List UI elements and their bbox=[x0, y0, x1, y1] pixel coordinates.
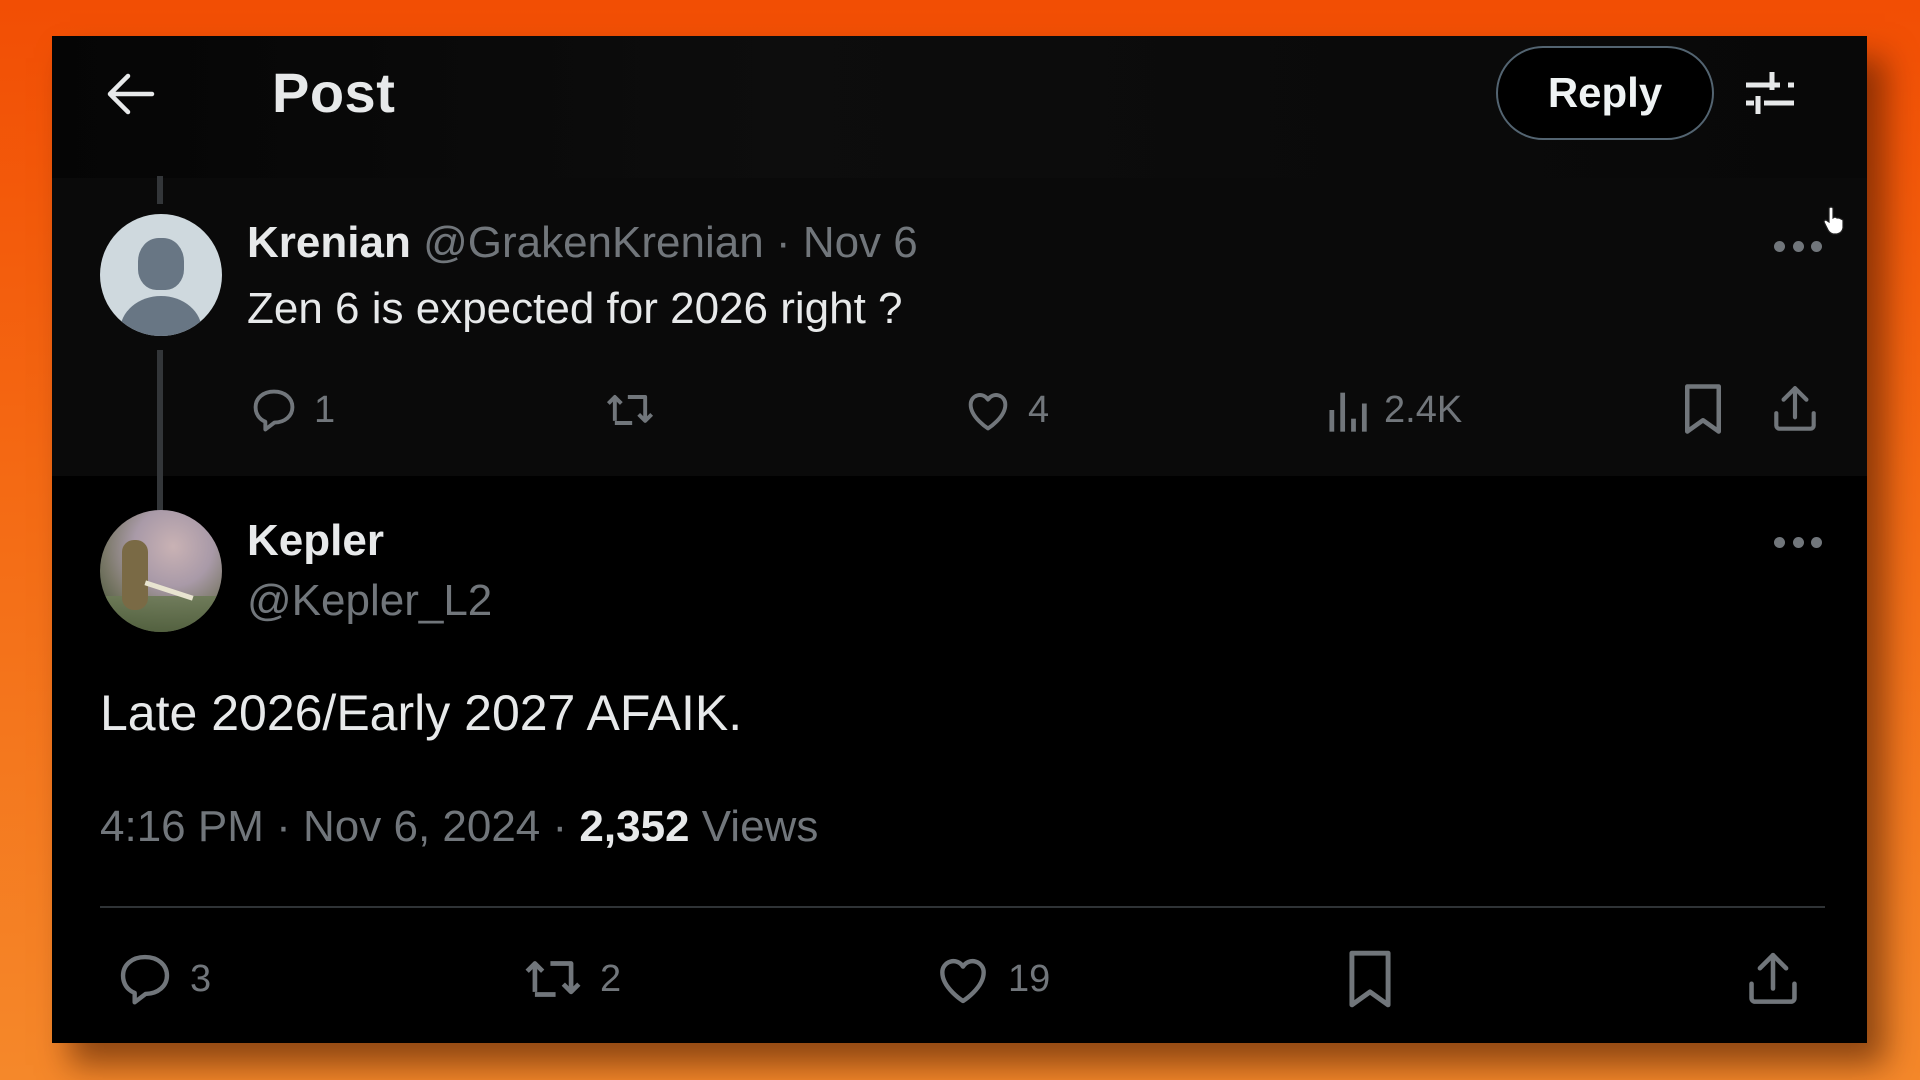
views-count: 2,352 bbox=[579, 802, 690, 851]
avatar-art bbox=[100, 596, 222, 632]
reply-action[interactable]: 1 bbox=[248, 384, 335, 436]
dot bbox=[1774, 536, 1785, 548]
dot bbox=[1792, 240, 1804, 252]
bookmark-action[interactable] bbox=[1680, 382, 1726, 436]
analytics-icon bbox=[1329, 392, 1367, 432]
dot bbox=[1774, 240, 1785, 252]
like-action[interactable]: 19 bbox=[932, 948, 1050, 1010]
post-text: Late 2026/Early 2027 AFAIK. bbox=[100, 685, 743, 741]
dot bbox=[1811, 536, 1822, 548]
author-name[interactable]: Kepler bbox=[247, 516, 384, 566]
views-label: Views bbox=[701, 802, 819, 851]
dot bbox=[1811, 240, 1822, 252]
thread-line bbox=[157, 176, 163, 204]
repost-icon bbox=[525, 961, 581, 997]
page-title: Post bbox=[272, 61, 396, 124]
post-time[interactable]: 4:16 PM bbox=[100, 802, 264, 851]
like-action[interactable]: 4 bbox=[962, 384, 1049, 436]
share-action[interactable] bbox=[1770, 382, 1820, 436]
view-count: 2.4K bbox=[1384, 388, 1463, 431]
avatar-art bbox=[122, 540, 148, 610]
bookmark-icon bbox=[1685, 384, 1721, 434]
repost-count: 2 bbox=[600, 957, 622, 1000]
top-bar: Post Reply bbox=[52, 36, 1867, 178]
heart-icon bbox=[968, 393, 1008, 431]
more-options-button[interactable] bbox=[1774, 236, 1822, 256]
parent-post-header: Krenian @GrakenKrenian · Nov 6 bbox=[247, 218, 918, 268]
repost-action[interactable] bbox=[602, 384, 672, 436]
share-icon bbox=[1774, 386, 1816, 431]
reply-action[interactable]: 3 bbox=[114, 948, 211, 1010]
arrow-left-icon bbox=[107, 73, 155, 115]
back-button[interactable] bbox=[104, 72, 156, 116]
repost-icon bbox=[606, 395, 654, 425]
like-count: 19 bbox=[1008, 957, 1051, 1000]
comment-icon bbox=[120, 954, 170, 1005]
reply-button[interactable]: Reply bbox=[1496, 46, 1714, 140]
repost-action[interactable]: 2 bbox=[520, 948, 621, 1010]
hand-cursor-icon bbox=[1823, 206, 1844, 235]
sliders-icon bbox=[1746, 72, 1794, 114]
comment-icon bbox=[253, 389, 295, 432]
share-icon bbox=[1749, 952, 1797, 1004]
separator: · bbox=[775, 218, 791, 267]
views-action[interactable]: 2.4K bbox=[1324, 384, 1462, 436]
post-date[interactable]: Nov 6, 2024 bbox=[303, 802, 540, 851]
separator: · bbox=[276, 802, 291, 851]
bookmark-icon bbox=[1349, 950, 1391, 1008]
author-handle[interactable]: @GrakenKrenian bbox=[423, 218, 764, 267]
reply-count: 1 bbox=[314, 388, 336, 431]
post-panel: Post Reply Krenian @GrakenKrenian · Nov … bbox=[52, 36, 1867, 1043]
default-avatar-head bbox=[138, 238, 184, 290]
parent-post-text: Zen 6 is expected for 2026 right ? bbox=[247, 284, 903, 333]
like-count: 4 bbox=[1028, 388, 1050, 431]
avatar-krenian[interactable] bbox=[100, 214, 222, 336]
author-name[interactable]: Krenian bbox=[247, 218, 411, 267]
heart-icon bbox=[940, 958, 986, 1004]
separator: · bbox=[552, 802, 568, 851]
filter-settings-button[interactable] bbox=[1742, 68, 1798, 118]
dot bbox=[1792, 536, 1804, 548]
thread-line bbox=[157, 350, 163, 536]
default-avatar-body bbox=[120, 296, 202, 336]
reply-count: 3 bbox=[190, 957, 212, 1000]
more-options-button[interactable] bbox=[1774, 532, 1822, 552]
post-meta: 4:16 PM · Nov 6, 2024 · 2,352 Views bbox=[100, 802, 818, 852]
post-date[interactable]: Nov 6 bbox=[803, 218, 918, 267]
avatar-kepler[interactable] bbox=[100, 510, 222, 632]
divider bbox=[100, 906, 1825, 908]
share-action[interactable] bbox=[1744, 948, 1802, 1010]
author-handle[interactable]: @Kepler_L2 bbox=[247, 576, 492, 626]
bookmark-action[interactable] bbox=[1344, 948, 1396, 1010]
